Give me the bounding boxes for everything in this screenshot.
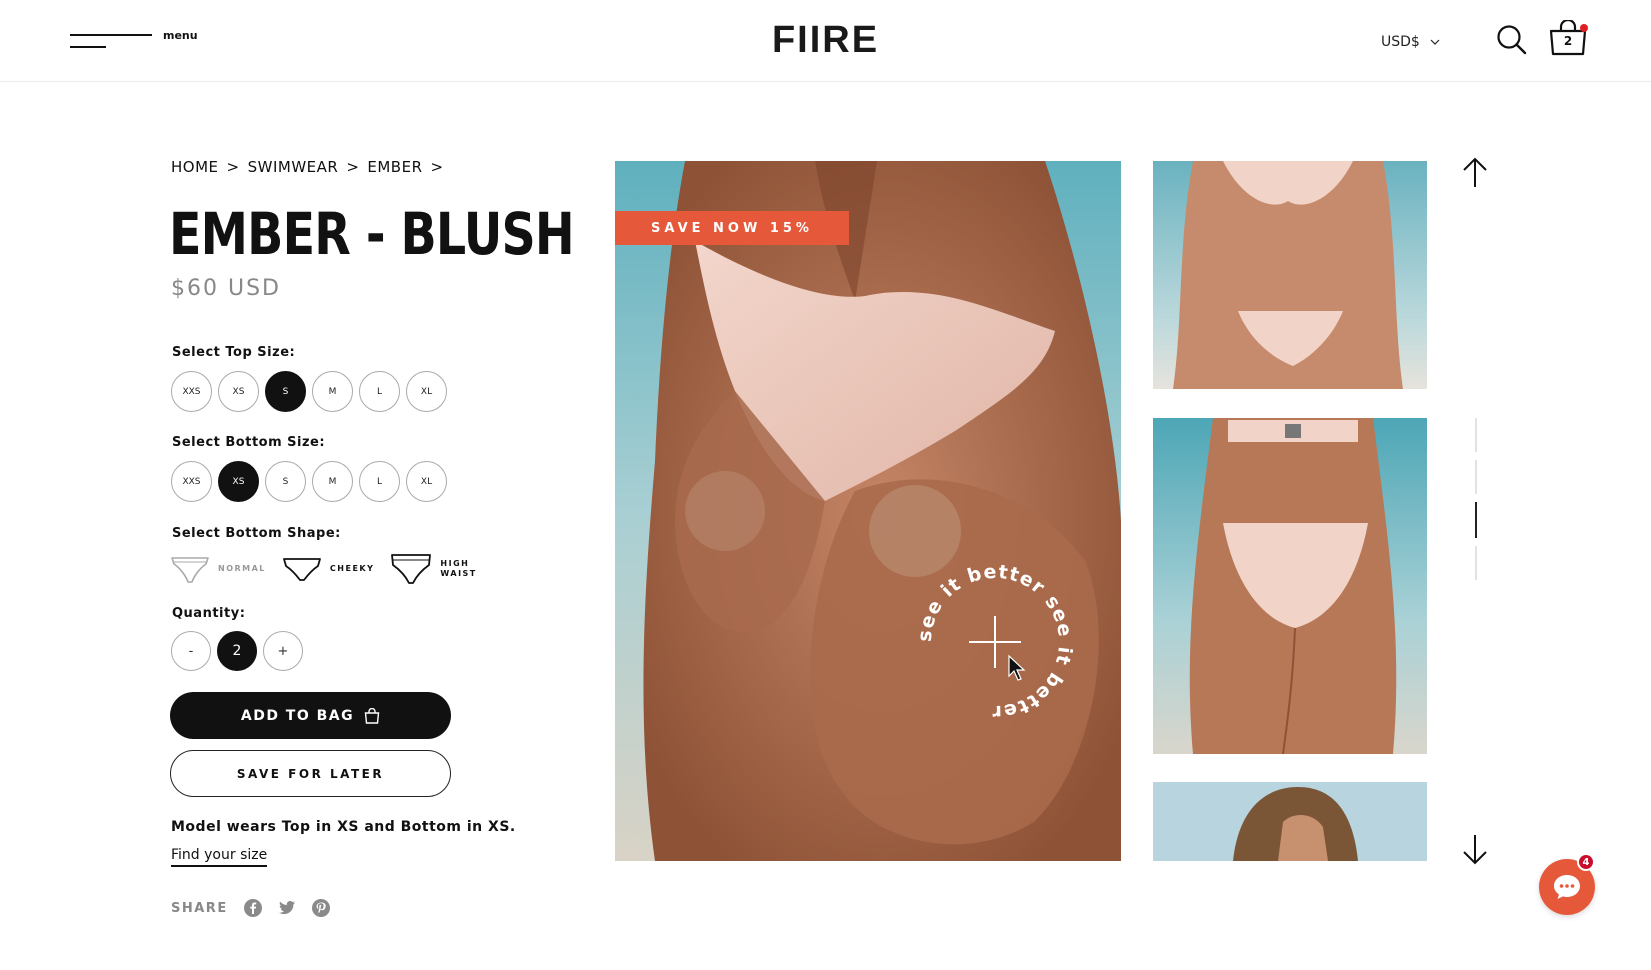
thumbnail-portrait[interactable]: [1153, 782, 1427, 861]
quantity-increase-button[interactable]: +: [263, 631, 303, 671]
cheeky-bottom-icon: [283, 558, 321, 581]
pinterest-icon[interactable]: [311, 899, 330, 917]
bottom-size-option[interactable]: XL: [406, 461, 447, 502]
product-price: $60 USD: [171, 276, 281, 301]
main-product-image[interactable]: [615, 161, 1121, 861]
quantity-label: Quantity:: [172, 606, 246, 621]
bottom-size-label: Select Bottom Size:: [172, 435, 326, 450]
product-title: EMBER - BLUSH: [169, 200, 575, 268]
thumbnail-back[interactable]: [1153, 418, 1427, 754]
breadcrumb-separator: >: [430, 158, 444, 176]
currency-label: USD$: [1381, 34, 1420, 50]
model-size-note: Model wears Top in XS and Bottom in XS.: [171, 819, 516, 835]
breadcrumb-separator: >: [346, 158, 360, 176]
chevron-down-icon: [1430, 39, 1440, 45]
top-size-option-selected[interactable]: S: [265, 371, 306, 412]
shape-option-high-waist[interactable]: HIGH WAIST: [390, 553, 476, 585]
scroll-indicator-track: [1475, 418, 1477, 452]
bottom-size-option[interactable]: L: [359, 461, 400, 502]
normal-bottom-icon: [171, 557, 209, 583]
facebook-icon[interactable]: [243, 899, 262, 917]
quantity-value: 2: [217, 631, 257, 671]
product-photo-back: [615, 161, 1121, 861]
add-to-bag-label: ADD TO BAG: [240, 707, 355, 724]
bottom-size-options: XXS XS S M L XL: [171, 461, 447, 502]
top-size-label: Select Top Size:: [172, 345, 296, 360]
breadcrumb: HOME > SWIMWEAR > EMBER >: [171, 158, 444, 176]
site-header: menu FIIRE USD$ 2: [0, 0, 1651, 82]
scroll-indicator-track: [1475, 546, 1477, 580]
high-waist-bottom-icon: [391, 554, 432, 584]
save-for-later-button[interactable]: SAVE FOR LATER: [170, 750, 451, 797]
shape-option-cheeky[interactable]: CHEEKY: [282, 554, 375, 584]
quantity-decrease-button[interactable]: -: [171, 631, 211, 671]
top-size-option[interactable]: L: [359, 371, 400, 412]
bottom-shape-label: Select Bottom Shape:: [172, 526, 341, 541]
thumbnail-photo-portrait: [1153, 782, 1427, 861]
shape-label-waist: WAIST: [440, 569, 477, 578]
chat-unread-badge: 4: [1577, 853, 1595, 871]
bottom-size-option[interactable]: S: [265, 461, 306, 502]
bag-icon: [364, 707, 380, 724]
shape-label-high: HIGH: [440, 559, 470, 568]
breadcrumb-home[interactable]: HOME: [171, 158, 219, 176]
bottom-size-option[interactable]: XXS: [171, 461, 212, 502]
scroll-indicator-track: [1475, 460, 1477, 494]
sale-tag: SAVE NOW 15%: [615, 211, 849, 245]
top-size-option[interactable]: XL: [406, 371, 447, 412]
shape-label-cheeky: CHEEKY: [329, 564, 375, 573]
breadcrumb-swimwear[interactable]: SWIMWEAR: [248, 158, 339, 176]
share-label: SHARE: [171, 900, 228, 916]
menu-icon[interactable]: [70, 34, 152, 50]
shape-label-high-waist: HIGH WAIST: [440, 559, 476, 579]
bag-notification-dot: [1580, 24, 1588, 32]
share-bar: SHARE: [171, 899, 330, 917]
quantity-stepper: - 2 +: [171, 631, 303, 671]
breadcrumb-ember[interactable]: EMBER: [367, 158, 422, 176]
top-size-option[interactable]: XS: [218, 371, 259, 412]
top-size-option[interactable]: M: [312, 371, 353, 412]
top-size-options: XXS XS S M L XL: [171, 371, 447, 412]
thumbnail-photo-front: [1153, 161, 1427, 389]
bottom-size-option[interactable]: M: [312, 461, 353, 502]
bottom-size-option-selected[interactable]: XS: [218, 461, 259, 502]
thumbnail-photo-back: [1153, 418, 1427, 754]
arrow-up-icon[interactable]: [1460, 156, 1490, 190]
currency-selector[interactable]: USD$: [1381, 34, 1440, 50]
chat-bubble-icon: [1554, 875, 1580, 899]
bottom-shape-options: NORMAL CHEEKY HIGH WAIST: [170, 553, 493, 585]
thumbnail-front[interactable]: [1153, 161, 1427, 389]
add-to-bag-button[interactable]: ADD TO BAG: [170, 692, 451, 739]
find-your-size-link[interactable]: Find your size: [171, 847, 268, 867]
shape-label-normal: NORMAL: [218, 564, 266, 573]
search-icon[interactable]: [1496, 24, 1528, 56]
menu-label[interactable]: menu: [163, 29, 198, 42]
scroll-indicator-active[interactable]: [1475, 502, 1477, 538]
shape-option-normal[interactable]: NORMAL: [170, 554, 266, 584]
top-size-option[interactable]: XXS: [171, 371, 212, 412]
arrow-down-icon[interactable]: [1460, 832, 1490, 866]
twitter-icon[interactable]: [278, 899, 296, 917]
breadcrumb-separator: >: [226, 158, 240, 176]
bag-count: 2: [1563, 34, 1573, 48]
